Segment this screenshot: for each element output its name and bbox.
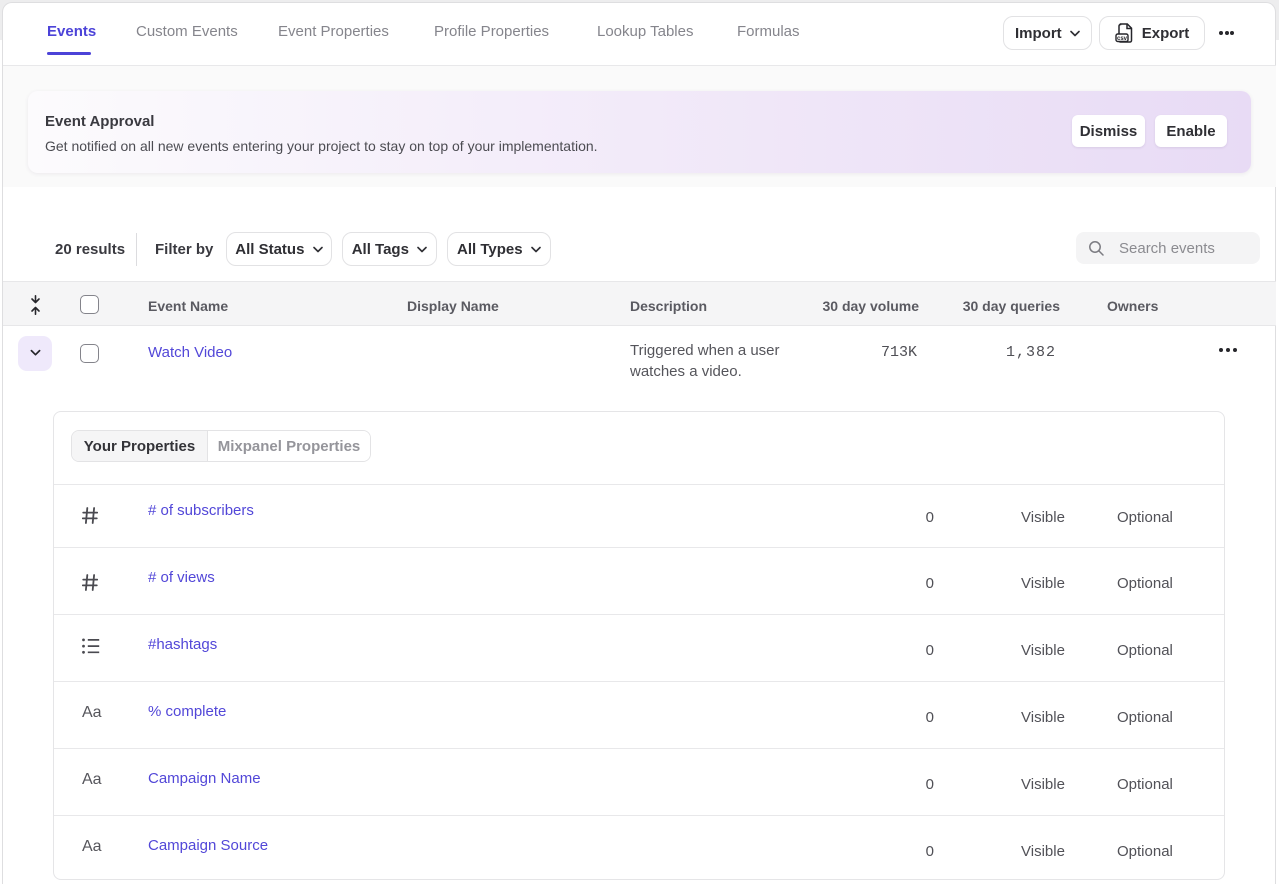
svg-text:csv: csv: [1117, 35, 1128, 41]
